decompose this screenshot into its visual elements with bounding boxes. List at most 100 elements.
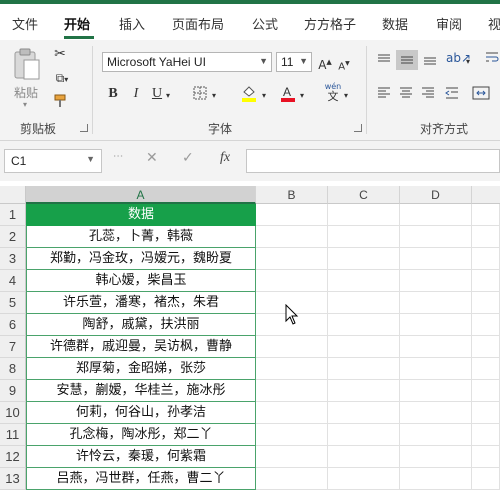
empty-cell[interactable] [472,248,500,270]
empty-cell[interactable] [256,204,328,226]
empty-cell[interactable] [256,358,328,380]
cancel-icon[interactable]: ✕ [146,150,158,166]
cut-icon[interactable]: ✂ [52,46,68,62]
align-center-icon[interactable] [398,86,414,104]
empty-cell[interactable] [256,226,328,248]
font-color-icon[interactable]: A [280,84,296,106]
empty-cell[interactable] [472,446,500,468]
row-header[interactable]: 11 [0,424,26,446]
tab-home[interactable]: 开始 [64,14,90,33]
empty-cell[interactable] [472,402,500,424]
name-box[interactable]: C1 ▼ [4,149,102,173]
column-header-e[interactable] [472,186,500,204]
select-all-corner[interactable] [0,186,26,204]
chevron-down-icon[interactable]: ▾ [212,88,216,104]
table-cell[interactable]: 许德群，戚迎曼，吴访枫，曹静 [26,336,256,358]
row-header[interactable]: 12 [0,446,26,468]
column-header-b[interactable]: B [256,186,328,204]
empty-cell[interactable] [256,424,328,446]
empty-cell[interactable] [256,270,328,292]
empty-cell[interactable] [472,336,500,358]
formula-input[interactable] [246,149,500,173]
align-top-icon[interactable] [376,52,392,70]
empty-cell[interactable] [256,402,328,424]
empty-cell[interactable] [472,226,500,248]
table-cell[interactable]: 许乐萱，潘寒，褚杰，朱君 [26,292,256,314]
row-header[interactable]: 2 [0,226,26,248]
align-middle-icon[interactable] [396,50,418,70]
empty-cell[interactable] [400,358,472,380]
table-cell[interactable]: 孔蕊，卜菁，韩薇 [26,226,256,248]
empty-cell[interactable] [472,204,500,226]
row-header[interactable]: 13 [0,468,26,490]
empty-cell[interactable] [400,380,472,402]
copy-icon[interactable]: ⧉▾ [52,70,72,88]
empty-cell[interactable] [328,336,400,358]
header-cell[interactable]: 数据 [26,204,256,226]
empty-cell[interactable] [328,314,400,336]
row-header[interactable]: 3 [0,248,26,270]
bold-button[interactable]: B [106,86,120,102]
row-header[interactable]: 4 [0,270,26,292]
font-name-select[interactable]: Microsoft YaHei UI ▼ [102,52,272,72]
chevron-down-icon[interactable]: ▾ [466,54,470,70]
tab-page-layout[interactable]: 页面布局 [172,14,224,33]
empty-cell[interactable] [328,402,400,424]
align-left-icon[interactable] [376,86,392,104]
empty-cell[interactable] [400,424,472,446]
empty-cell[interactable] [328,446,400,468]
empty-cell[interactable] [472,270,500,292]
empty-cell[interactable] [400,204,472,226]
fill-color-icon[interactable] [240,84,258,106]
empty-cell[interactable] [256,468,328,490]
empty-cell[interactable] [328,270,400,292]
empty-cell[interactable] [328,292,400,314]
clipboard-launcher-icon[interactable] [80,124,88,132]
tab-view[interactable]: 视 [488,14,500,33]
empty-cell[interactable] [472,380,500,402]
empty-cell[interactable] [328,380,400,402]
empty-cell[interactable] [400,446,472,468]
tab-file[interactable]: 文件 [12,14,38,33]
font-size-select[interactable]: 11 ▼ [276,52,312,72]
tab-review[interactable]: 审阅 [436,14,462,33]
tab-formulas[interactable]: 公式 [252,14,278,33]
empty-cell[interactable] [400,468,472,490]
empty-cell[interactable] [400,336,472,358]
row-header[interactable]: 8 [0,358,26,380]
column-header-d[interactable]: D [400,186,472,204]
column-header-c[interactable]: C [328,186,400,204]
chevron-down-icon[interactable]: ▾ [300,88,304,104]
empty-cell[interactable] [256,446,328,468]
row-header[interactable]: 9 [0,380,26,402]
row-header[interactable]: 7 [0,336,26,358]
decrease-font-icon[interactable]: A▼ [338,56,350,75]
chevron-down-icon[interactable]: ▾ [344,88,348,104]
empty-cell[interactable] [400,314,472,336]
empty-cell[interactable] [328,248,400,270]
borders-icon[interactable] [192,86,208,104]
empty-cell[interactable] [400,402,472,424]
empty-cell[interactable] [400,292,472,314]
column-header-a[interactable]: A [26,186,256,204]
tab-data[interactable]: 数据 [382,14,408,33]
insert-function-icon[interactable]: fx [220,150,230,166]
table-cell[interactable]: 韩心嫒，柴昌玉 [26,270,256,292]
increase-font-icon[interactable]: A▲ [318,54,332,73]
empty-cell[interactable] [472,314,500,336]
paste-button[interactable]: 粘贴 ▾ [10,46,44,110]
table-cell[interactable]: 许怜云，秦瑗，何紫霜 [26,446,256,468]
empty-cell[interactable] [328,226,400,248]
merge-center-icon[interactable] [470,86,492,104]
empty-cell[interactable] [256,336,328,358]
empty-cell[interactable] [472,468,500,490]
empty-cell[interactable] [400,226,472,248]
format-painter-icon[interactable] [52,94,68,112]
enter-icon[interactable]: ✓ [182,150,194,166]
empty-cell[interactable] [400,248,472,270]
chevron-down-icon[interactable]: ▾ [166,88,170,104]
align-right-icon[interactable] [420,86,436,104]
table-cell[interactable]: 郑厚菊，金昭娣，张莎 [26,358,256,380]
italic-button[interactable]: I [130,86,142,102]
phonetic-icon[interactable]: wén 文 [324,82,342,102]
